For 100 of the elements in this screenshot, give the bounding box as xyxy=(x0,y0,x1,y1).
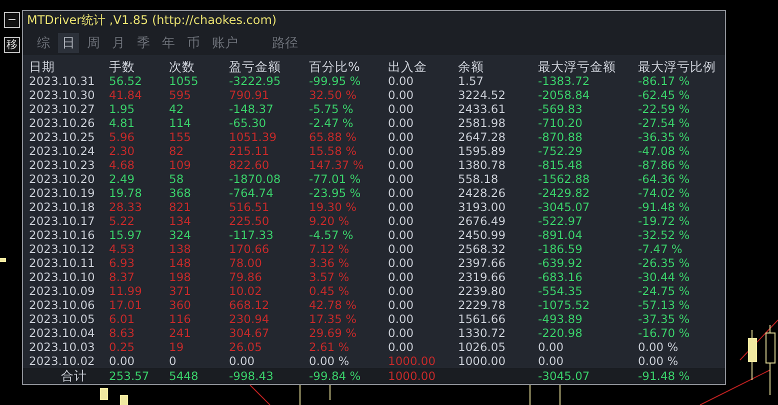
table-cell: 2023.10.04 xyxy=(29,326,95,340)
table-cell: -870.88 xyxy=(538,130,582,144)
table-cell: -1870.08 xyxy=(229,172,281,186)
table-cell: 595 xyxy=(169,88,191,102)
table-cell: 0.00 xyxy=(388,228,414,242)
table-cell: -764.74 xyxy=(229,186,274,200)
table-cell: 42 xyxy=(169,102,184,116)
table-cell: -16.70 % xyxy=(638,326,690,340)
table-cell: -57.13 % xyxy=(638,298,690,312)
table-cell: 2428.26 xyxy=(458,186,506,200)
table-cell: -47.08 % xyxy=(638,144,690,158)
total-cell: 253.57 xyxy=(109,368,150,384)
table-cell: 0.00 xyxy=(109,354,135,368)
tab[interactable]: 综 xyxy=(33,33,54,53)
candle xyxy=(120,395,128,405)
table-cell: 2023.10.25 xyxy=(29,130,95,144)
table-cell: 15.97 xyxy=(109,228,142,242)
table-cell: 5.22 xyxy=(109,214,135,228)
table-cell: -87.86 % xyxy=(638,158,690,172)
table-cell: 2319.66 xyxy=(458,270,506,284)
table-cell: -2058.84 xyxy=(538,88,590,102)
total-cell: -998.43 xyxy=(229,368,274,384)
table-cell: 82 xyxy=(169,144,184,158)
tab[interactable]: 币 xyxy=(183,33,204,53)
table-cell: 0.00 % xyxy=(309,354,350,368)
table-cell: 170.66 xyxy=(229,242,270,256)
table-cell: 4.53 xyxy=(109,242,135,256)
table-cell: -91.48 % xyxy=(638,200,690,214)
table-cell: 2676.49 xyxy=(458,214,506,228)
table-cell: 0.00 xyxy=(388,270,414,284)
table-cell: -37.35 % xyxy=(638,312,690,326)
tab[interactable]: 日 xyxy=(58,33,79,53)
table-cell: -815.48 xyxy=(538,158,582,172)
table-cell: 29.69 % xyxy=(309,326,357,340)
table-cell: -62.45 % xyxy=(638,88,690,102)
table-cell: 2.49 xyxy=(109,172,135,186)
table-cell: 2023.10.24 xyxy=(29,144,95,158)
table-cell: 1055 xyxy=(169,74,198,88)
table-cell: -99.95 % xyxy=(309,74,361,88)
table-cell: 2581.98 xyxy=(458,116,506,130)
candle xyxy=(766,324,776,396)
table-cell: 17.35 % xyxy=(309,312,357,326)
table-cell: -24.75 % xyxy=(638,284,690,298)
panel-button[interactable]: − xyxy=(4,12,20,28)
tab[interactable]: 年 xyxy=(158,33,179,53)
table-cell: 41.84 xyxy=(109,88,142,102)
table-cell: 19.78 xyxy=(109,186,142,200)
table-cell: 2023.10.18 xyxy=(29,200,95,214)
table-cell: -4.57 % xyxy=(309,228,354,242)
table-cell: 56.52 xyxy=(109,74,142,88)
table-cell: 6.93 xyxy=(109,256,135,270)
table-cell: 0.00 xyxy=(538,354,564,368)
table-cell: 198 xyxy=(169,270,191,284)
table-cell: -27.54 % xyxy=(638,116,690,130)
table-cell: 0.00 xyxy=(388,298,414,312)
table-cell: 2023.10.26 xyxy=(29,116,95,130)
table-cell: 1595.89 xyxy=(458,144,506,158)
table-cell: 2023.10.05 xyxy=(29,312,95,326)
tab[interactable]: 路径 xyxy=(268,33,302,53)
table-cell: 2023.10.12 xyxy=(29,242,95,256)
trend-line xyxy=(700,370,770,405)
tab[interactable]: 月 xyxy=(108,33,129,53)
table-cell: 1026.05 xyxy=(458,340,506,354)
table-cell: 790.91 xyxy=(229,88,270,102)
table-cell: -3222.95 xyxy=(229,74,281,88)
table-cell: 2433.61 xyxy=(458,102,506,116)
table-cell: -683.16 xyxy=(538,270,582,284)
table-cell: 225.50 xyxy=(229,214,270,228)
table-cell: 0.00 xyxy=(388,326,414,340)
table-cell: -710.20 xyxy=(538,116,582,130)
table-cell: 2023.10.17 xyxy=(29,214,95,228)
table-cell: 0.25 xyxy=(109,340,135,354)
table-cell: -2.47 % xyxy=(309,116,354,130)
table-cell: 8.63 xyxy=(109,326,135,340)
table-cell: 79.86 xyxy=(229,270,262,284)
table-cell: -117.33 xyxy=(229,228,274,242)
tab[interactable]: 季 xyxy=(133,33,154,53)
table-cell: 2397.66 xyxy=(458,256,506,270)
table-cell: 0.00 xyxy=(388,130,414,144)
table-cell: -32.52 % xyxy=(638,228,690,242)
table-cell: 0.00 xyxy=(388,144,414,158)
trend-line xyxy=(250,384,270,405)
table-cell: 10.02 xyxy=(229,284,262,298)
table-cell: 360 xyxy=(169,298,191,312)
table-cell: 0.00 xyxy=(388,102,414,116)
table-cell: 6.01 xyxy=(109,312,135,326)
table-cell: 516.51 xyxy=(229,200,270,214)
table-cell: 109 xyxy=(169,158,191,172)
panel-button[interactable]: 移 xyxy=(4,37,20,53)
table-cell: 0.00 % xyxy=(638,340,678,354)
table-cell: 0.00 xyxy=(388,256,414,270)
table-cell: 2023.10.23 xyxy=(29,158,95,172)
table-cell: -1075.52 xyxy=(538,298,590,312)
candle xyxy=(100,388,108,400)
column-header: 盈亏金额 xyxy=(229,59,281,74)
table-cell: -36.35 % xyxy=(638,130,690,144)
tab[interactable]: 账户 xyxy=(208,33,242,53)
table-cell: 155 xyxy=(169,130,191,144)
tab[interactable]: 周 xyxy=(83,33,104,53)
table-cell: 2023.10.30 xyxy=(29,88,95,102)
